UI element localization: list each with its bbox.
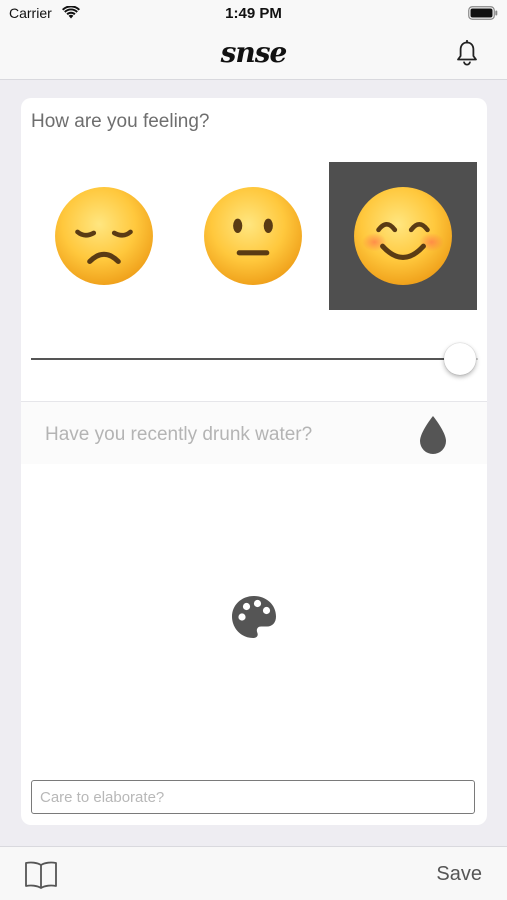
mood-option-neutral[interactable] xyxy=(179,162,327,310)
water-drop-icon[interactable] xyxy=(416,414,450,461)
screen: Carrier 1:49 PM snse How are you feeling… xyxy=(0,0,507,900)
bell-icon[interactable] xyxy=(456,39,478,71)
elaborate-input[interactable] xyxy=(31,780,475,814)
smiling-face-icon xyxy=(354,187,452,285)
water-question-row[interactable]: Have you recently drunk water? xyxy=(21,402,487,464)
book-icon[interactable] xyxy=(24,860,58,895)
save-button[interactable]: Save xyxy=(436,863,482,886)
mood-option-happy[interactable] xyxy=(329,162,477,310)
neutral-face-icon xyxy=(204,187,302,285)
nav-bar: snse xyxy=(0,30,507,80)
app-logo: snse xyxy=(220,36,288,69)
status-bar: Carrier 1:49 PM xyxy=(0,0,507,30)
palette-icon[interactable] xyxy=(230,594,278,645)
mood-slider-thumb[interactable] xyxy=(444,343,476,375)
feeling-question: How are you feeling? xyxy=(31,111,210,132)
disappointed-face-icon xyxy=(55,187,153,285)
mood-option-sad[interactable] xyxy=(30,162,178,310)
mood-card: How are you feeling? Have you recently d… xyxy=(21,98,487,825)
water-question: Have you recently drunk water? xyxy=(45,424,313,445)
bottom-bar: Save xyxy=(0,846,507,900)
battery-icon xyxy=(468,6,498,25)
mood-slider-track[interactable] xyxy=(31,358,466,360)
clock-time: 1:49 PM xyxy=(225,5,282,22)
